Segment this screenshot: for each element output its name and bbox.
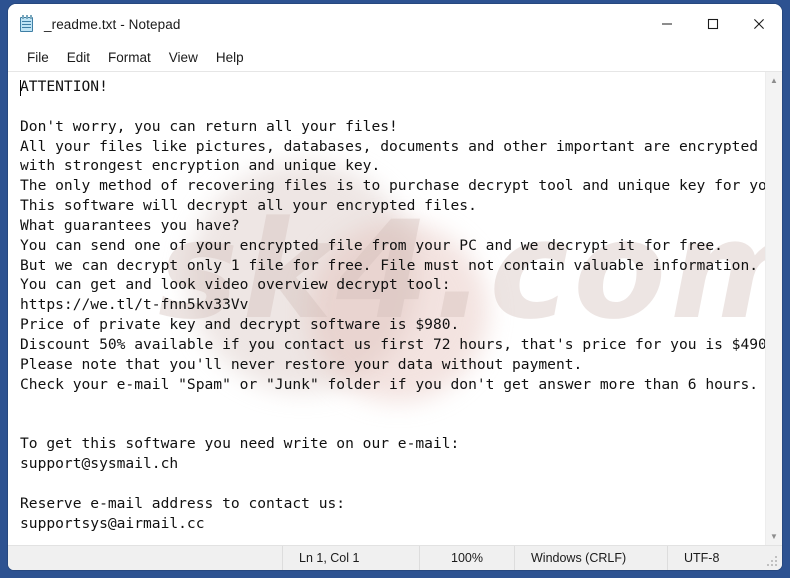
text-canvas[interactable]: sk4.com ATTENTION! Don't worry, you can … <box>8 72 765 545</box>
title-bar[interactable]: _readme.txt - Notepad <box>8 4 782 44</box>
notepad-window: _readme.txt - Notepad File Edit Format V… <box>8 4 782 570</box>
notepad-icon <box>19 15 35 33</box>
scrollbar-thumb[interactable] <box>767 89 782 519</box>
minimize-button[interactable] <box>644 4 690 44</box>
menu-item-format[interactable]: Format <box>99 48 160 68</box>
status-bar: Ln 1, Col 1 100% Windows (CRLF) UTF-8 <box>8 545 782 570</box>
text-caret <box>20 80 21 96</box>
menu-item-view[interactable]: View <box>160 48 207 68</box>
menu-item-edit[interactable]: Edit <box>58 48 99 68</box>
window-title: _readme.txt - Notepad <box>44 16 181 32</box>
note-text[interactable]: ATTENTION! Don't worry, you can return a… <box>8 72 765 545</box>
status-encoding[interactable]: UTF-8 <box>667 545 782 570</box>
status-cursor-position[interactable]: Ln 1, Col 1 <box>282 545 419 570</box>
maximize-button[interactable] <box>690 4 736 44</box>
scroll-down-icon[interactable]: ▼ <box>766 528 783 545</box>
maximize-icon <box>707 18 719 30</box>
editor-area: sk4.com ATTENTION! Don't worry, you can … <box>8 71 782 545</box>
close-icon <box>754 19 764 29</box>
status-zoom[interactable]: 100% <box>419 545 514 570</box>
close-button[interactable] <box>736 4 782 44</box>
resize-grip-icon[interactable] <box>767 556 779 568</box>
scroll-up-icon[interactable]: ▲ <box>766 72 783 89</box>
window-controls <box>644 4 782 44</box>
status-line-ending[interactable]: Windows (CRLF) <box>514 545 667 570</box>
minimize-icon <box>662 23 672 25</box>
vertical-scrollbar[interactable]: ▲ ▼ <box>765 72 782 545</box>
menu-bar: File Edit Format View Help <box>8 44 782 71</box>
menu-item-help[interactable]: Help <box>207 48 253 68</box>
menu-item-file[interactable]: File <box>18 48 58 68</box>
